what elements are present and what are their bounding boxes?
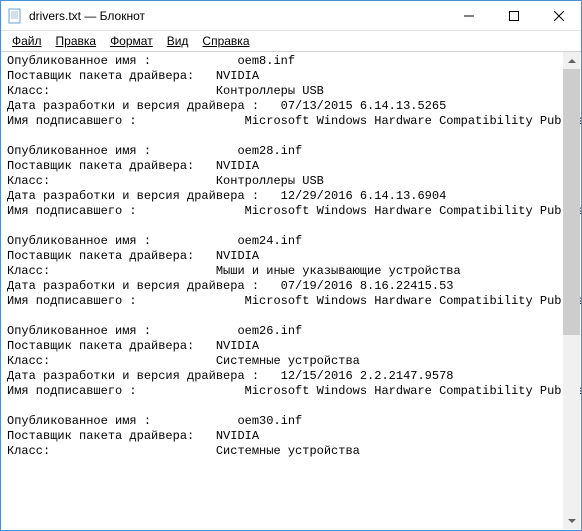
menu-help[interactable]: Справка <box>195 33 256 49</box>
menu-edit[interactable]: Правка <box>49 33 104 49</box>
close-button[interactable] <box>536 1 581 31</box>
menubar: Файл Правка Формат Вид Справка <box>1 31 581 51</box>
scroll-track[interactable] <box>563 69 580 512</box>
text-area[interactable]: Опубликованное имя : oem8.inf Поставщик … <box>1 51 581 530</box>
scroll-thumb[interactable] <box>563 69 580 335</box>
maximize-button[interactable] <box>491 1 536 31</box>
scroll-up-button[interactable] <box>563 52 580 69</box>
window-title: drivers.txt — Блокнот <box>29 9 446 23</box>
titlebar[interactable]: drivers.txt — Блокнот <box>1 1 581 31</box>
window-controls <box>446 1 581 30</box>
menu-file[interactable]: Файл <box>5 33 49 49</box>
vertical-scrollbar[interactable] <box>563 52 580 529</box>
menu-view[interactable]: Вид <box>160 33 196 49</box>
minimize-button[interactable] <box>446 1 491 31</box>
scroll-down-button[interactable] <box>563 512 580 529</box>
menu-format[interactable]: Формат <box>103 33 160 49</box>
notepad-icon <box>7 8 23 24</box>
